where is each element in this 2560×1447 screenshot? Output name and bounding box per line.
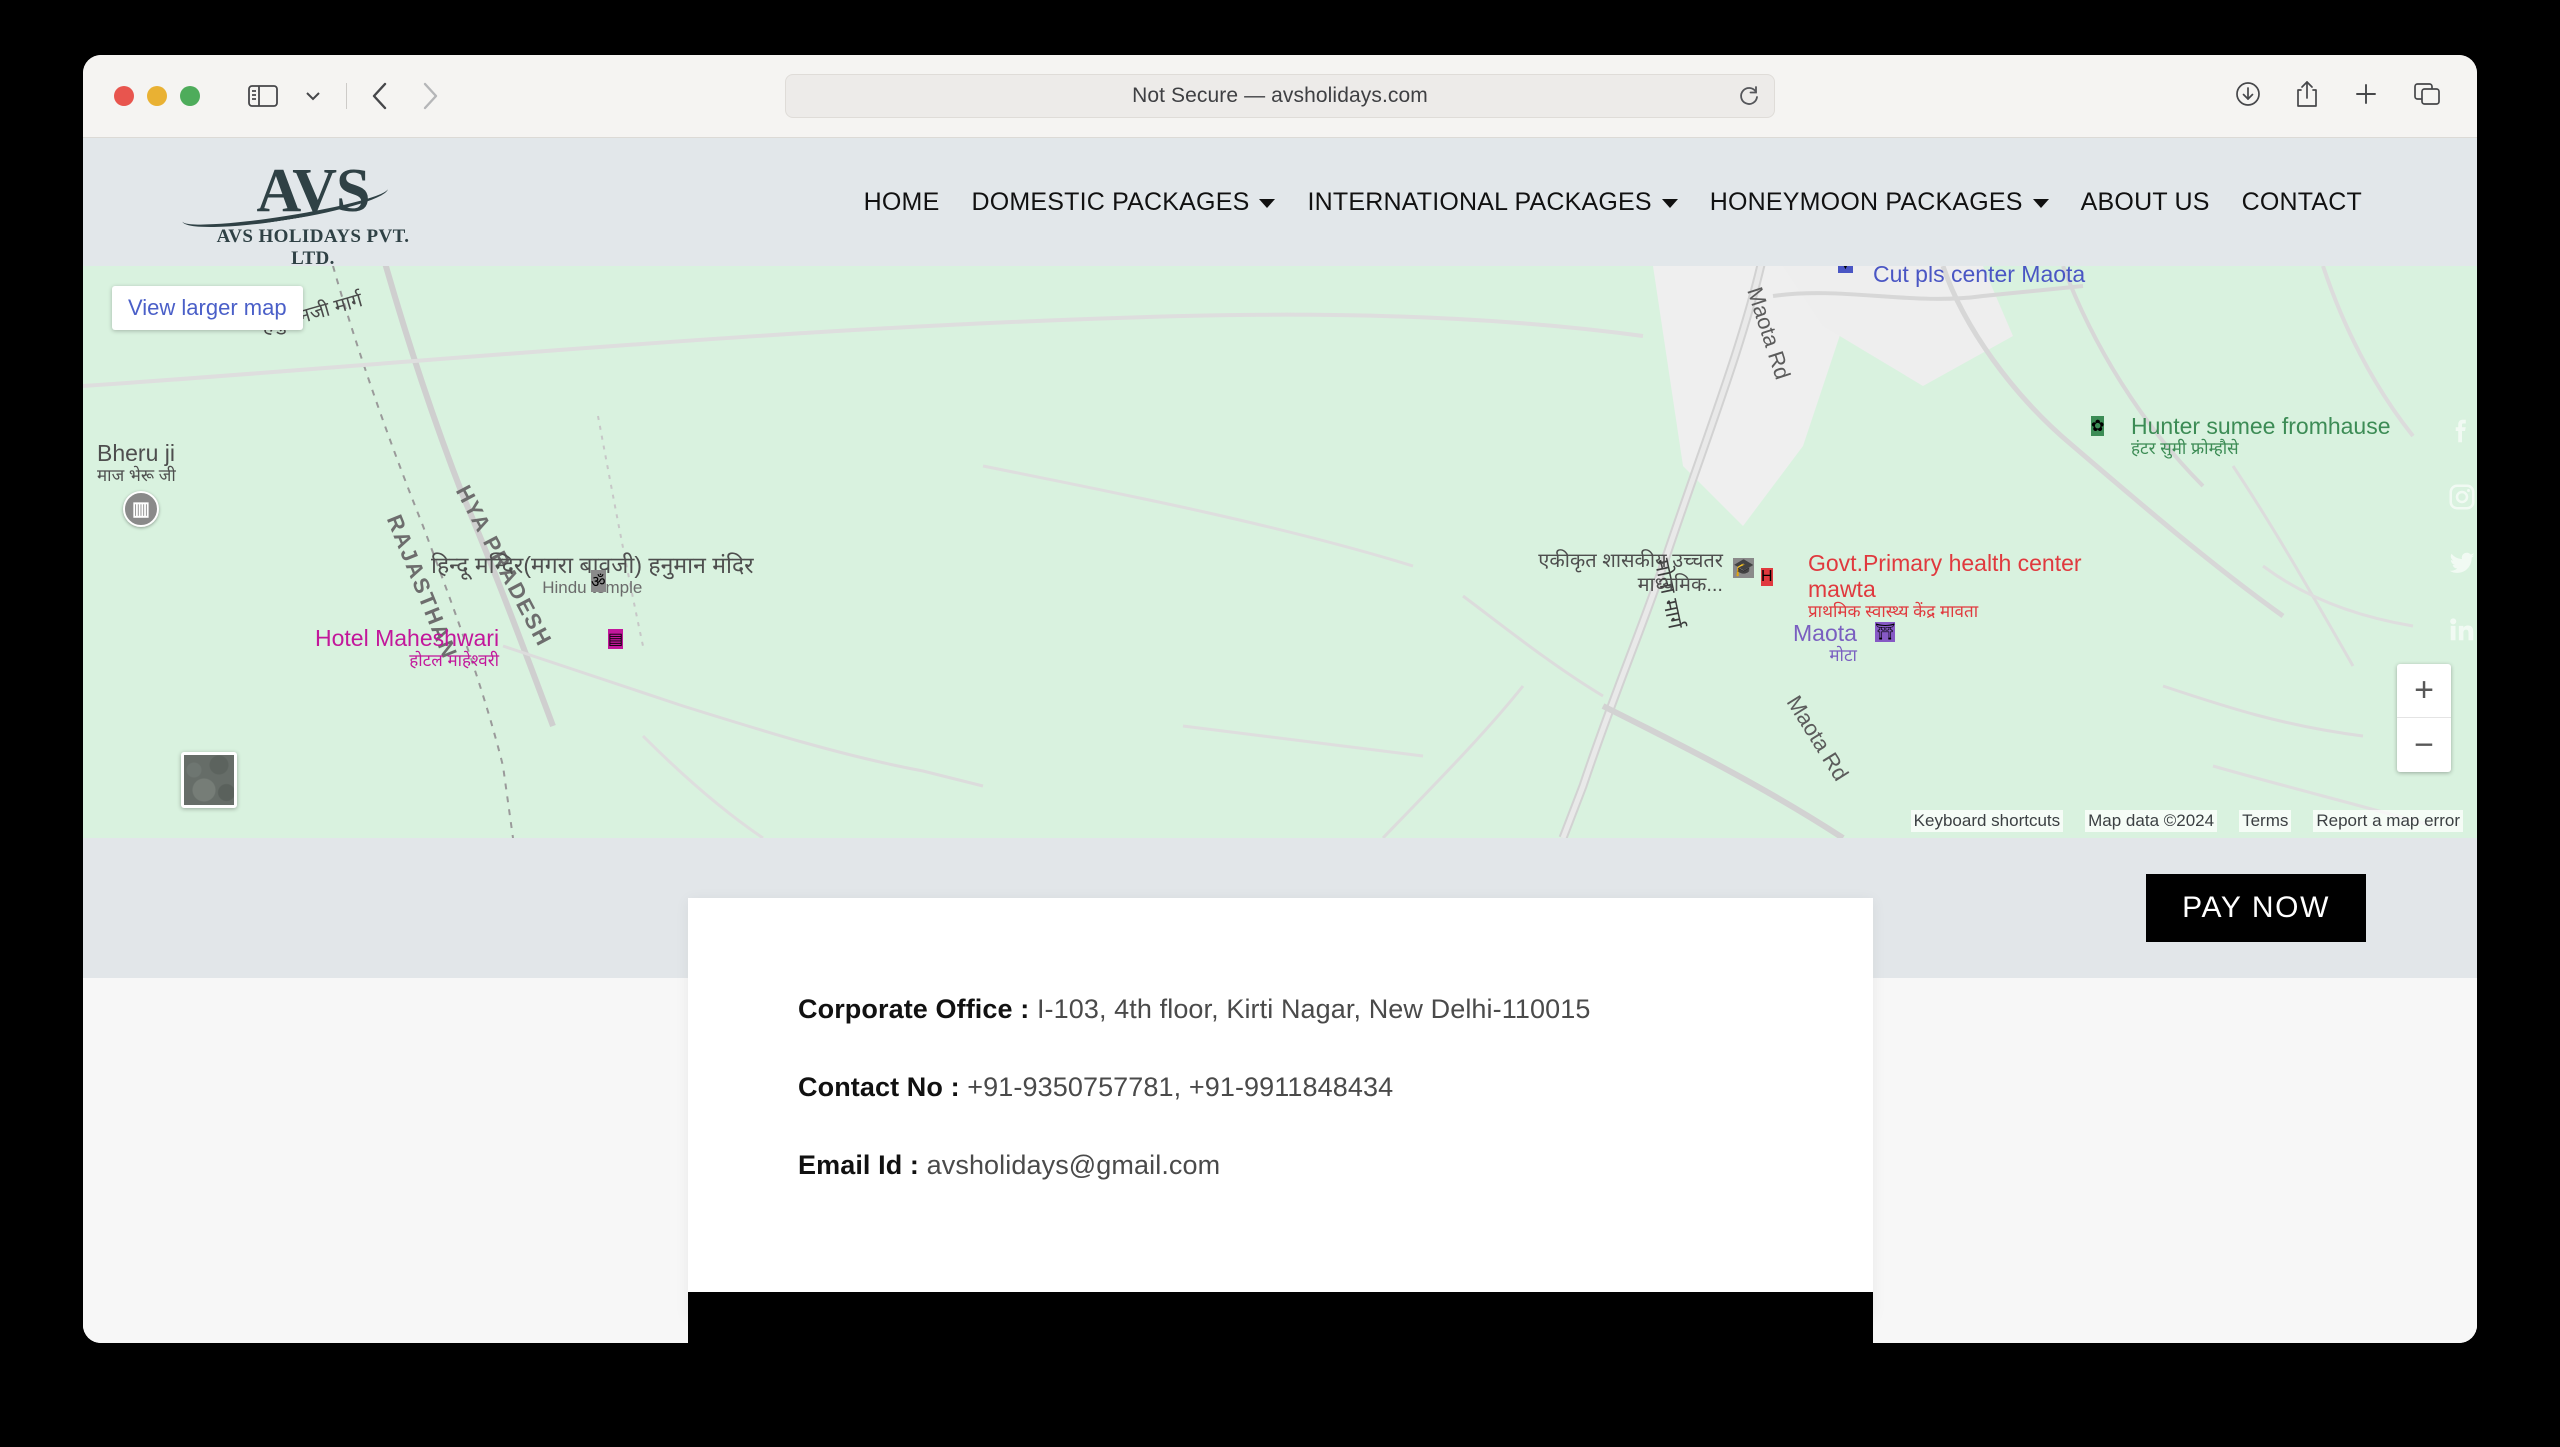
terms-link[interactable]: Terms (2239, 810, 2291, 832)
zoom-out-button[interactable]: − (2397, 718, 2451, 772)
contact-no-label: Contact No : (798, 1072, 967, 1102)
sidebar-icon[interactable] (240, 74, 286, 118)
tab-overview-icon[interactable] (2413, 81, 2441, 112)
map-poi-hotel-maheshwari[interactable]: Hotel Maheshwari होटल माहेश्वरी (315, 626, 499, 670)
forward-arrow-icon[interactable] (407, 74, 453, 118)
poi-label-en: Bheru ji (97, 441, 176, 466)
google-map-embed[interactable]: View larger map RAJASTHAN HYA PRADESH Ma… (83, 266, 2477, 838)
poi-label-hi: प्राथमिक स्वास्थ्य केंद्र मावता (1808, 602, 2128, 621)
logo-mark-text: AVS (256, 160, 369, 222)
om-icon[interactable]: ॐ (591, 570, 606, 592)
close-window-button[interactable] (114, 86, 134, 106)
pay-now-button[interactable]: PAY NOW (2146, 874, 2366, 942)
landmark-icon[interactable]: ⛩ (1875, 622, 1895, 642)
nav-item-contact[interactable]: CONTACT (2242, 188, 2362, 217)
map-poi-school[interactable]: एकीकृत शासकीय उच्चतर माध्यमिक... (1493, 549, 1723, 597)
url-text: Not Secure — avsholidays.com (1132, 84, 1428, 108)
poi-label-en: Hotel Maheshwari (315, 626, 499, 651)
poi-label-hi: हंटर सुमी फ्रोम्हौसे (2131, 439, 2391, 458)
poi-label-hi: होटल माहेश्वरी (315, 651, 499, 670)
nav-label: DOMESTIC PACKAGES (971, 188, 1249, 217)
minimize-window-button[interactable] (147, 86, 167, 106)
pay-now-label: PAY NOW (2182, 891, 2330, 924)
map-poi-bheru-ji[interactable]: Bheru ji माज भेरू जी ▥ (97, 441, 176, 527)
school-icon[interactable]: 🎓 (1733, 558, 1754, 578)
map-zoom-controls: + − (2397, 664, 2451, 772)
email-line: Email Id : avsholidays@gmail.com (798, 1150, 1763, 1181)
main-navigation: HOME DOMESTIC PACKAGES INTERNATIONAL PAC… (864, 188, 2362, 217)
poi-label-hi: मोटा (1793, 646, 1857, 665)
chevron-down-icon (1259, 199, 1275, 208)
toolbar-divider (346, 83, 347, 109)
nav-label: CONTACT (2242, 188, 2362, 217)
facebook-icon[interactable] (2447, 416, 2477, 446)
hospital-icon[interactable]: H (1761, 568, 1773, 586)
browser-window: Not Secure — avsholidays.com (83, 55, 2477, 1343)
poi-label-en: Cut pls center Maota (1873, 266, 2085, 287)
map-poi-hunter-sumee[interactable]: Hunter sumee fromhause हंटर सुमी फ्रोम्ह… (2131, 414, 2391, 458)
chevron-down-icon (1662, 199, 1678, 208)
email-value[interactable]: avsholidays@gmail.com (927, 1150, 1221, 1180)
view-larger-map-button[interactable]: View larger map (112, 286, 303, 330)
new-tab-icon[interactable] (2353, 81, 2379, 112)
share-icon[interactable] (2295, 80, 2319, 113)
nav-label: HOME (864, 188, 940, 217)
hotel-icon[interactable]: ▤ (608, 629, 623, 649)
downloads-icon[interactable] (2235, 81, 2261, 112)
corporate-office-value: I-103, 4th floor, Kirti Nagar, New Delhi… (1037, 994, 1591, 1024)
contact-no-line: Contact No : +91-9350757781, +91-9911848… (798, 1072, 1763, 1103)
corporate-office-label: Corporate Office : (798, 994, 1037, 1024)
linkedin-icon[interactable] (2447, 614, 2477, 644)
toolbar-right-icons (2235, 80, 2441, 113)
map-footer-links: Keyboard shortcuts Map data ©2024 Terms … (1911, 810, 2463, 832)
instagram-icon[interactable] (2447, 482, 2477, 512)
nav-item-about-us[interactable]: ABOUT US (2081, 188, 2210, 217)
card-footer-bar (688, 1292, 1873, 1343)
contact-section: PAY NOW Corporate Office : I-103, 4th fl… (83, 838, 2477, 1343)
window-controls (114, 86, 200, 106)
social-media-rail (2447, 416, 2477, 644)
map-data-attribution: Map data ©2024 (2085, 810, 2217, 832)
toolbar-left-icons (240, 74, 453, 118)
map-poi-maota[interactable]: Maota मोटा (1793, 621, 1857, 665)
poi-label-en: Govt.Primary health center mawta (1808, 550, 2128, 602)
contact-no-value: +91-9350757781, +91-9911848434 (967, 1072, 1393, 1102)
map-poi-cut-pls-center[interactable]: Cut pls center Maota (1873, 266, 2085, 287)
site-logo[interactable]: AVS AVS HOLIDAYS PVT. LTD. (193, 160, 433, 270)
nav-item-honeymoon-packages[interactable]: HONEYMOON PACKAGES (1710, 188, 2049, 217)
view-larger-map-label: View larger map (128, 295, 287, 320)
contact-details-card: Corporate Office : I-103, 4th floor, Kir… (688, 898, 1873, 1316)
reload-icon[interactable] (1738, 85, 1760, 107)
chevron-down-icon[interactable] (290, 74, 336, 118)
browser-toolbar: Not Secure — avsholidays.com (83, 55, 2477, 138)
museum-icon: ▥ (123, 491, 159, 527)
address-bar[interactable]: Not Secure — avsholidays.com (785, 74, 1775, 118)
nav-label: HONEYMOON PACKAGES (1710, 188, 2023, 217)
poi-label-hi: माज भेरू जी (97, 466, 176, 485)
nav-item-domestic-packages[interactable]: DOMESTIC PACKAGES (971, 188, 1275, 217)
maximize-window-button[interactable] (180, 86, 200, 106)
park-icon[interactable]: ✿ (2091, 416, 2104, 436)
nav-label: INTERNATIONAL PACKAGES (1307, 188, 1651, 217)
page-viewport: AVS AVS HOLIDAYS PVT. LTD. HOME DOMESTIC… (83, 138, 2477, 1343)
zoom-in-button[interactable]: + (2397, 664, 2451, 718)
corporate-office-line: Corporate Office : I-103, 4th floor, Kir… (798, 994, 1763, 1025)
twitter-icon[interactable] (2447, 548, 2477, 578)
email-label: Email Id : (798, 1150, 927, 1180)
report-map-error-link[interactable]: Report a map error (2313, 810, 2463, 832)
logo-subtitle: AVS HOLIDAYS PVT. LTD. (193, 226, 433, 270)
poi-label-en: एकीकृत शासकीय उच्चतर माध्यमिक... (1493, 549, 1723, 597)
chevron-down-icon (2033, 199, 2049, 208)
nav-item-international-packages[interactable]: INTERNATIONAL PACKAGES (1307, 188, 1677, 217)
nav-label: ABOUT US (2081, 188, 2210, 217)
shop-icon[interactable]: ▼ (1838, 266, 1853, 273)
poi-label-en: Maota (1793, 621, 1857, 646)
keyboard-shortcuts-link[interactable]: Keyboard shortcuts (1911, 810, 2063, 832)
map-poi-health-center[interactable]: Govt.Primary health center mawta प्राथमि… (1808, 550, 2128, 621)
poi-label-en: Hunter sumee fromhause (2131, 414, 2391, 439)
site-header: AVS AVS HOLIDAYS PVT. LTD. HOME DOMESTIC… (83, 138, 2477, 266)
back-arrow-icon[interactable] (357, 74, 403, 118)
nav-item-home[interactable]: HOME (864, 188, 940, 217)
satellite-view-toggle[interactable] (181, 752, 237, 808)
